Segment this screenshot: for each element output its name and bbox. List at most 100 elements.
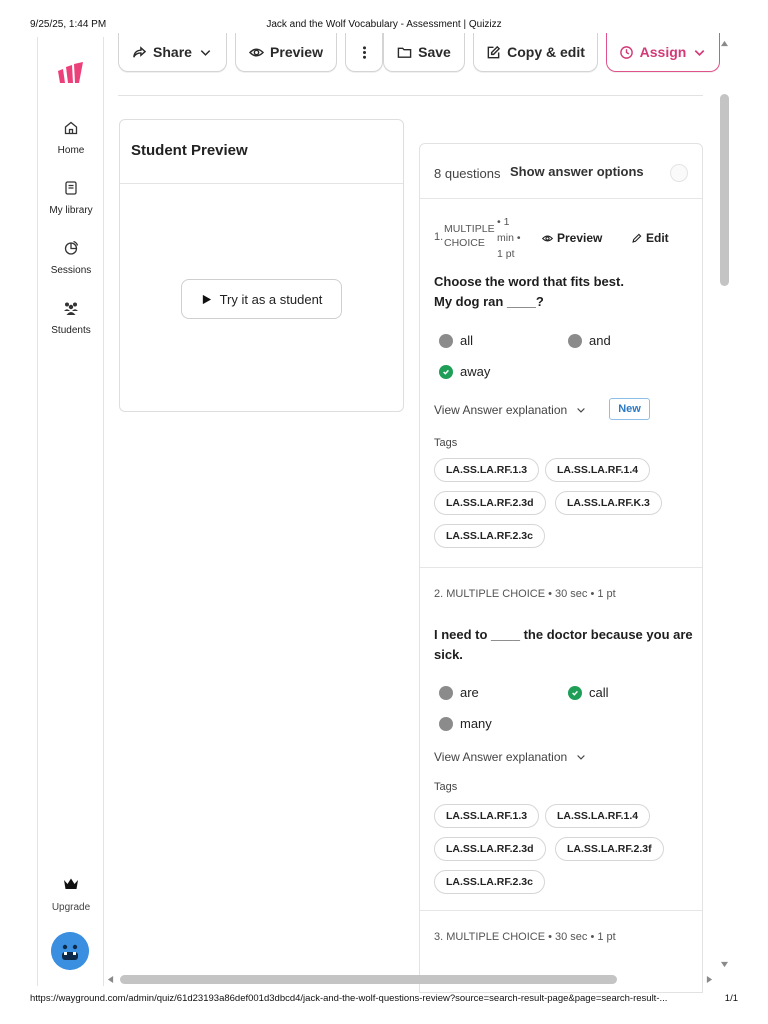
clock-icon: [619, 45, 633, 59]
tags-label: Tags: [434, 781, 458, 793]
vertical-scrollbar[interactable]: [717, 37, 731, 975]
tag-chip[interactable]: LA.SS.LA.RF.2.3f: [555, 837, 664, 861]
incorrect-dot-icon: [439, 333, 453, 348]
copy-edit-button[interactable]: Copy & edit: [473, 33, 598, 72]
question-text-line: Choose the word that fits best.: [434, 274, 624, 289]
sidebar-item-home[interactable]: Home: [38, 120, 104, 158]
chevron-down-icon: [200, 49, 211, 56]
horizontal-scrollbar[interactable]: [104, 973, 717, 986]
show-answer-options-toggle[interactable]: [670, 164, 688, 182]
share-label: Share: [153, 44, 192, 60]
tag-chip[interactable]: LA.SS.LA.RF.1.3: [434, 804, 540, 828]
save-button[interactable]: Save: [383, 33, 465, 72]
home-icon: [64, 121, 78, 135]
sidebar-item-students[interactable]: Students: [38, 300, 104, 338]
preview-button[interactable]: Preview: [235, 33, 337, 72]
question-preview-label: Preview: [557, 231, 603, 245]
play-icon: [202, 294, 211, 304]
question-text: I need to ____ the doctor because you ar…: [434, 627, 693, 662]
library-icon: [65, 181, 77, 195]
vertical-scroll-thumb[interactable]: [720, 94, 729, 286]
answer-label: are: [460, 685, 479, 700]
question-time-line: min •: [497, 232, 521, 244]
pencil-icon: [632, 233, 642, 243]
view-answer-explanation-label: View Answer explanation: [434, 750, 568, 764]
question-card-1: 1. MULTIPLE CHOICE • 1 min • 1 pt Previe…: [420, 200, 702, 568]
quizizz-logo-icon[interactable]: [56, 61, 88, 85]
answer-label: away: [460, 364, 491, 379]
try-as-student-label: Try it as a student: [219, 291, 323, 307]
scroll-down-arrow-icon[interactable]: [720, 961, 729, 968]
answer-option: many: [439, 716, 492, 731]
sidebar-item-label: Students: [51, 325, 91, 336]
question-time-line: • 1: [497, 216, 510, 228]
tag-chip[interactable]: LA.SS.LA.RF.2.3d: [434, 491, 546, 515]
horizontal-scroll-thumb[interactable]: [120, 975, 617, 984]
print-page-number: 1/1: [724, 993, 738, 1004]
tag-chip[interactable]: LA.SS.LA.RF.K.3: [555, 491, 662, 515]
question-text-line: My dog ran ____?: [434, 294, 544, 309]
view-answer-explanation-button[interactable]: View Answer explanation: [434, 403, 587, 417]
incorrect-dot-icon: [568, 333, 582, 348]
question-edit-label: Edit: [646, 231, 669, 245]
tag-chip[interactable]: LA.SS.LA.RF.2.3c: [434, 870, 545, 894]
scroll-right-arrow-icon[interactable]: [706, 975, 713, 984]
incorrect-dot-icon: [439, 716, 453, 731]
toolbar-divider: [118, 95, 703, 96]
eye-icon: [249, 48, 265, 56]
tag-chip[interactable]: LA.SS.LA.RF.1.4: [545, 458, 651, 482]
answer-label: call: [589, 685, 609, 700]
tag-chip[interactable]: LA.SS.LA.RF.2.3d: [434, 837, 546, 861]
try-as-student-button[interactable]: Try it as a student: [181, 279, 342, 319]
share-button[interactable]: Share: [118, 33, 227, 72]
incorrect-dot-icon: [439, 685, 453, 700]
question-count: 8 questions: [434, 166, 501, 181]
scroll-left-arrow-icon[interactable]: [107, 975, 114, 984]
view-answer-explanation-label: View Answer explanation: [434, 403, 568, 417]
questions-panel: 8 questions Show answer options 1. MULTI…: [419, 143, 703, 993]
upgrade-button[interactable]: Upgrade: [38, 877, 104, 915]
tag-chip[interactable]: LA.SS.LA.RF.2.3c: [434, 524, 545, 548]
more-vertical-icon: [362, 45, 366, 59]
answer-label: many: [460, 716, 492, 731]
sidebar-item-label: My library: [49, 205, 93, 216]
copy-edit-label: Copy & edit: [507, 44, 585, 60]
question-edit-button[interactable]: Edit: [631, 231, 669, 245]
assign-button[interactable]: Assign: [606, 33, 720, 72]
print-url: https://wayground.com/admin/quiz/61d2319…: [30, 993, 668, 1004]
assign-label: Assign: [639, 44, 687, 60]
edit-square-icon: [487, 45, 501, 58]
show-answer-options-label: Show answer options: [510, 164, 644, 179]
sidebar-item-label: Home: [57, 145, 85, 156]
question-type-line: CHOICE: [444, 237, 485, 249]
tag-chip[interactable]: LA.SS.LA.RF.1.3: [434, 458, 540, 482]
students-icon: [64, 302, 78, 315]
answer-option: all: [439, 333, 473, 348]
tag-chip[interactable]: LA.SS.LA.RF.1.4: [545, 804, 651, 828]
folder-icon: [397, 47, 412, 58]
crown-icon: [64, 878, 78, 889]
print-footer: https://wayground.com/admin/quiz/61d2319…: [0, 993, 768, 1007]
more-options-button[interactable]: [345, 33, 383, 72]
toolbar: Share Preview Save Copy & edit Assign: [118, 33, 722, 73]
sidebar-item-my-library[interactable]: My library: [38, 180, 104, 218]
check-circle-icon: [439, 364, 453, 379]
view-answer-explanation-button[interactable]: View Answer explanation: [434, 750, 587, 764]
upgrade-label: Upgrade: [51, 902, 91, 913]
question-type-line: MULTIPLE: [444, 223, 495, 235]
sidebar-item-label: Sessions: [50, 265, 92, 276]
sidebar-item-sessions[interactable]: Sessions: [38, 240, 104, 278]
chevron-down-icon: [695, 49, 705, 56]
questions-header: 8 questions Show answer options: [420, 144, 702, 199]
share-icon: [133, 45, 147, 58]
question-meta: 3. MULTIPLE CHOICE • 30 sec • 1 pt: [434, 931, 616, 943]
monster-avatar-icon: [51, 932, 89, 970]
chevron-down-icon: [577, 408, 586, 413]
print-title: Jack and the Wolf Vocabulary - Assessmen…: [266, 19, 502, 30]
preview-label: Preview: [270, 44, 323, 60]
question-text: Choose the word that fits best. My dog r…: [434, 272, 694, 312]
question-preview-button[interactable]: Preview: [542, 231, 602, 245]
tags-label: Tags: [434, 437, 458, 449]
avatar[interactable]: [51, 932, 89, 970]
scroll-up-arrow-icon[interactable]: [720, 40, 729, 47]
